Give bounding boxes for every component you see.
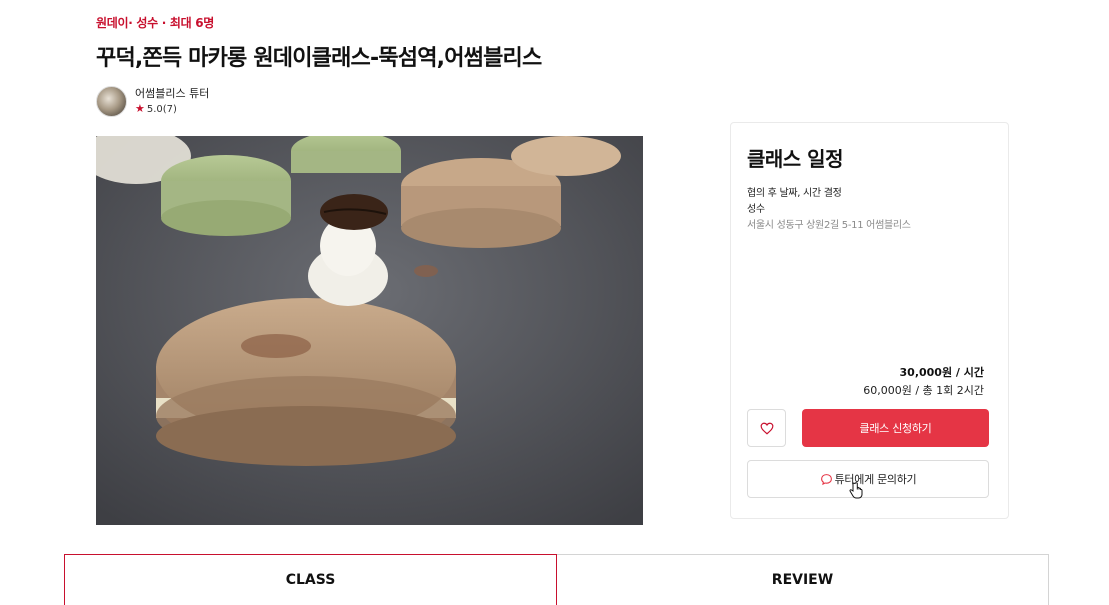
tab-class[interactable]: CLASS [64,554,557,605]
detail-tabs: CLASS REVIEW [64,554,1049,605]
schedule-date-note: 협의 후 날짜, 시간 결정 [747,188,842,199]
ask-tutor-button[interactable]: 튜터에게 문의하기 [747,460,989,498]
apply-class-button[interactable]: 클래스 신청하기 [802,409,989,447]
tutor-rating: ★ 5.0(7) [135,101,209,117]
schedule-title: 클래스 일정 [747,147,843,171]
heart-icon [760,422,773,435]
tutor-info[interactable]: 어썸블리스 튜터 ★ 5.0(7) [96,86,209,117]
price-total: 60,000원 / 총 1회 2시간 [863,384,984,397]
class-photo[interactable] [96,136,643,525]
star-icon: ★ [135,102,145,115]
rating-value: 5.0(7) [146,104,177,115]
schedule-area: 성수 [747,204,765,215]
wishlist-button[interactable] [747,409,786,447]
avatar[interactable] [96,86,127,117]
class-category: 원데이· 성수 · 최대 6명 [96,16,214,30]
page-title: 꾸덕,쫀득 마카롱 원데이클래스-뚝섬역,어썸블리스 [96,46,542,71]
chat-bubble-icon [820,473,832,485]
ask-tutor-label: 튜터에게 문의하기 [834,473,917,486]
schedule-address: 서울시 성동구 상원2길 5-11 어썸블리스 [747,220,911,231]
schedule-card: 클래스 일정 협의 후 날짜, 시간 결정 성수 서울시 성동구 상원2길 5-… [730,122,1009,519]
macaron-photo [96,136,643,525]
class-detail-page: 원데이· 성수 · 최대 6명 꾸덕,쫀득 마카롱 원데이클래스-뚝섬역,어썸블… [0,0,1109,605]
tutor-name: 어썸블리스 튜터 [135,87,210,100]
tab-review[interactable]: REVIEW [557,554,1049,605]
hand-pointer-icon [849,482,863,499]
price-per-hour: 30,000원 / 시간 [899,366,984,379]
tutor-text: 어썸블리스 튜터 ★ 5.0(7) [135,86,209,117]
